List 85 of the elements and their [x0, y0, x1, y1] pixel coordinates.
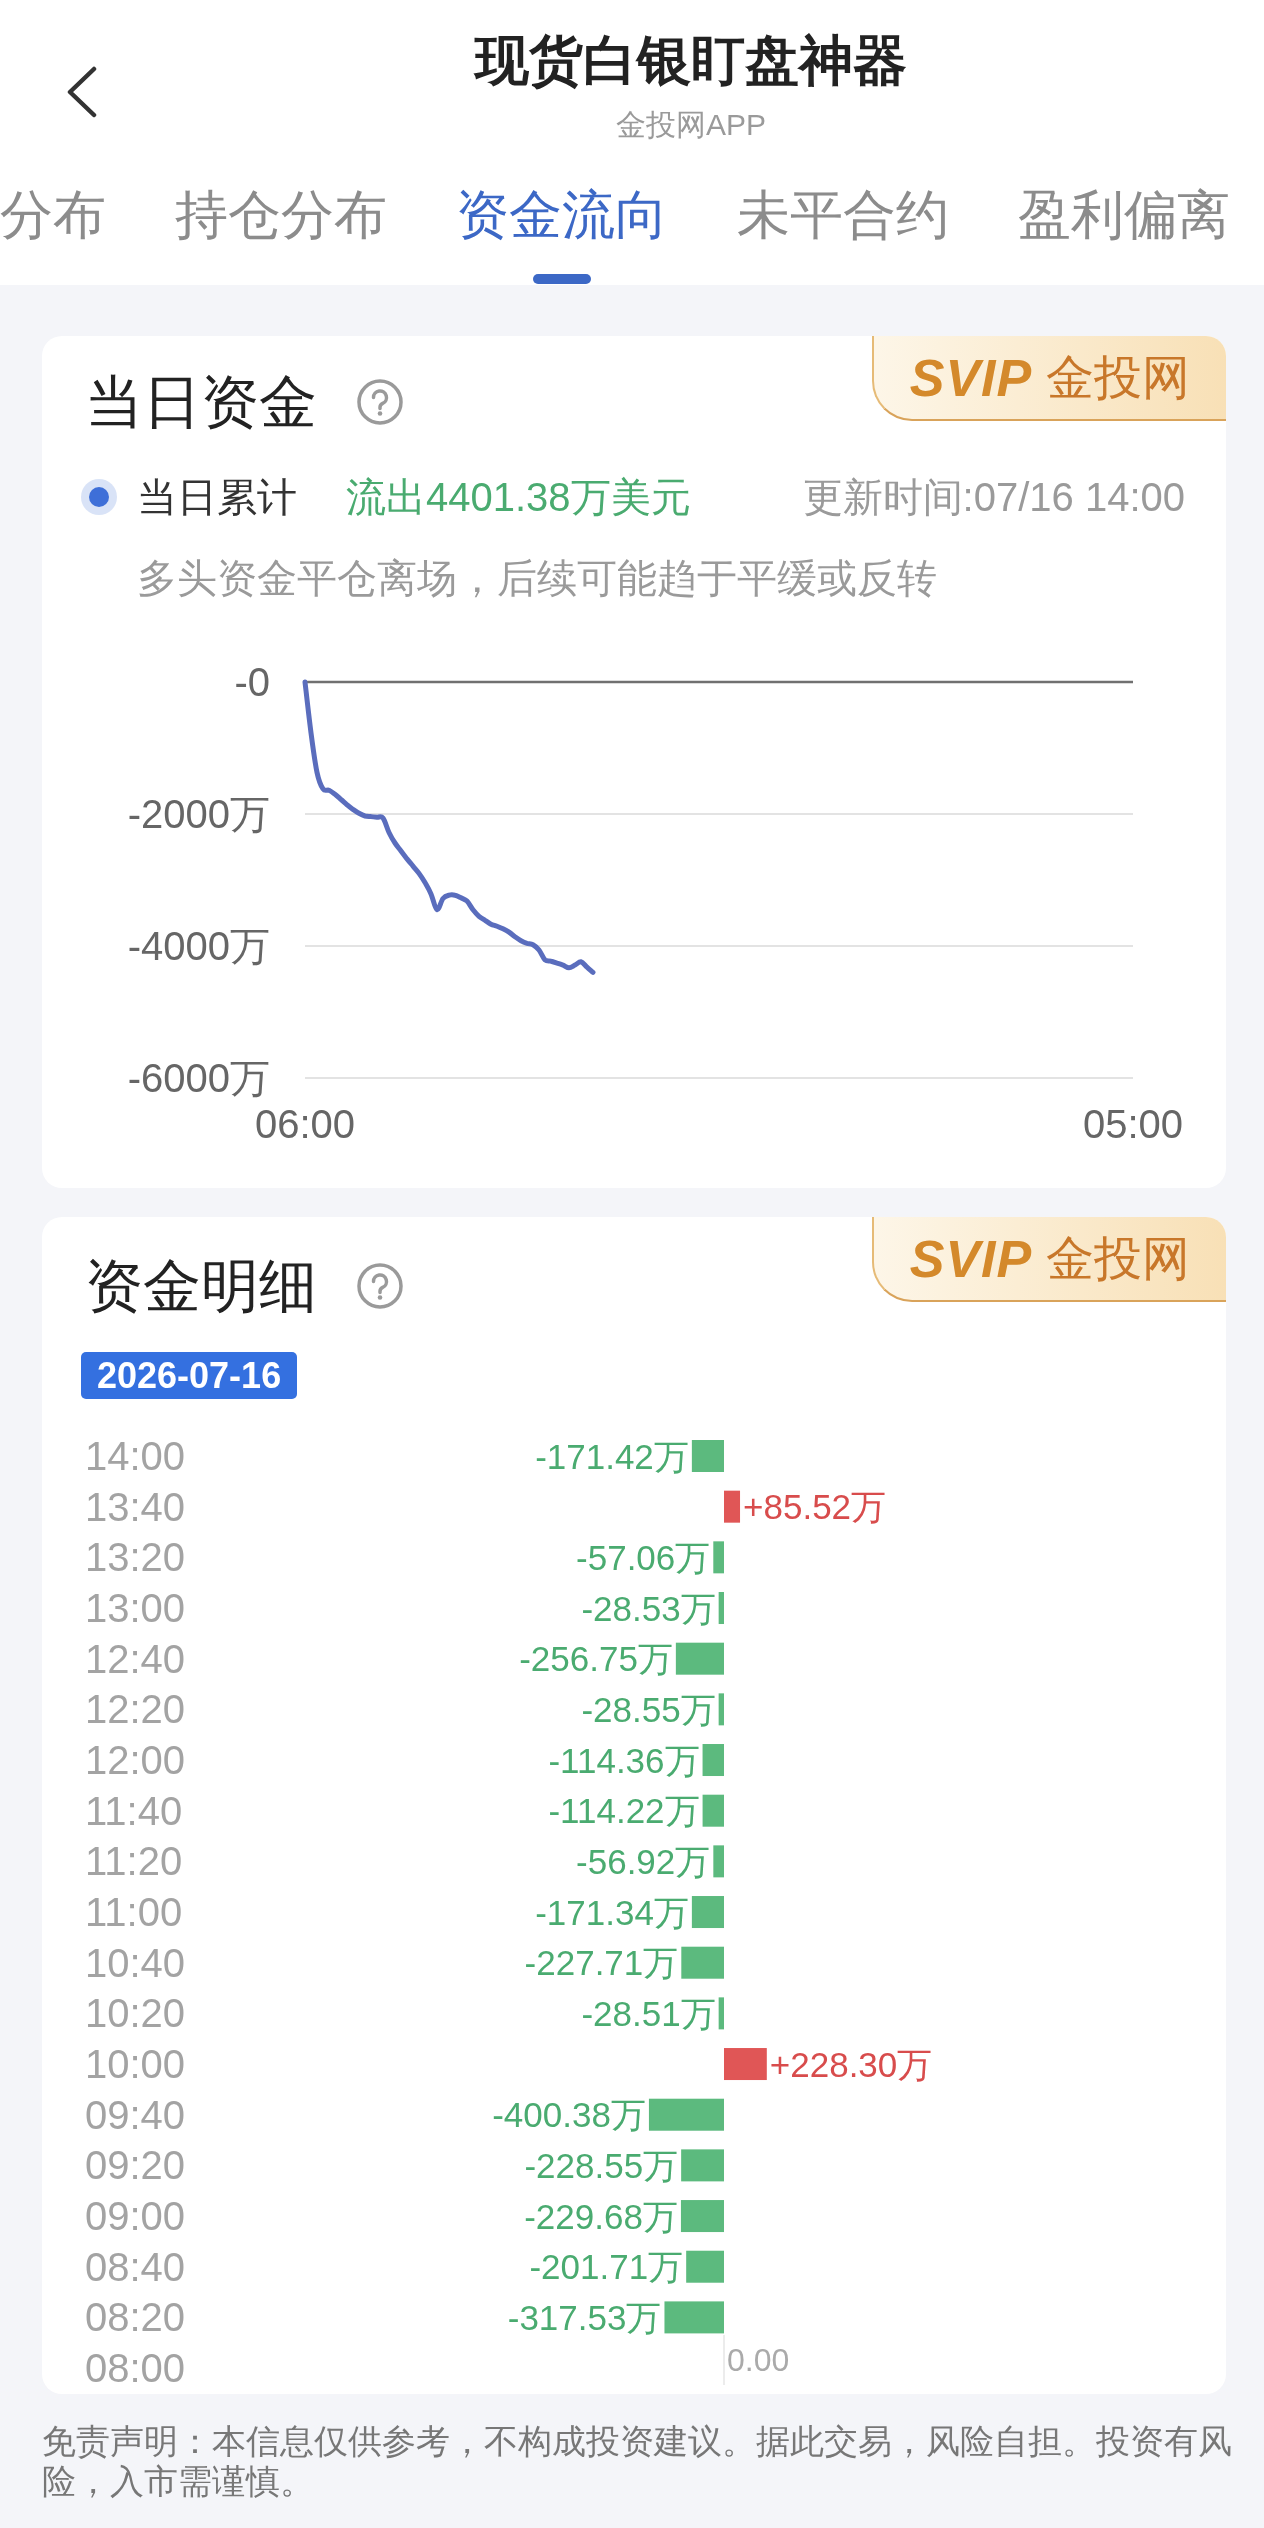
card-title: 当日资金 — [85, 368, 317, 436]
legend-dot-icon — [81, 479, 117, 515]
date-badge: 2026-07-16 — [81, 1352, 298, 1399]
value-label: -171.42万 — [535, 1436, 689, 1476]
y-axis-label: -4000万 — [127, 924, 270, 968]
value-label: -400.38万 — [492, 2095, 646, 2135]
bar — [664, 2301, 724, 2334]
time-label: 10:00 — [85, 2042, 186, 2087]
time-label: 12:40 — [85, 1636, 186, 1681]
card-title: 资金明细 — [85, 1252, 317, 1320]
time-label: 12:00 — [85, 1738, 186, 1782]
value-label: -57.06万 — [576, 1537, 711, 1577]
time-label: 10:40 — [85, 1940, 186, 1985]
logo-text: SVIP — [909, 1228, 1033, 1289]
bar — [718, 1592, 724, 1624]
time-label: 08:40 — [85, 2244, 186, 2289]
bar — [702, 1794, 724, 1827]
page-title: 现货白银盯盘神器 — [475, 29, 907, 92]
value-label: -317.53万 — [507, 2297, 662, 2337]
update-time: 更新时间:07/16 14:00 — [802, 474, 1185, 521]
value-label: -228.55万 — [524, 2145, 679, 2185]
time-label: 13:00 — [85, 1586, 186, 1630]
value-label: -114.22万 — [548, 1791, 700, 1831]
time-label: 09:20 — [85, 2143, 186, 2188]
time-label: 08:20 — [85, 2295, 186, 2340]
value-label: +228.30万 — [769, 2044, 933, 2084]
x-axis-label: 06:00 — [254, 1102, 356, 1146]
bar — [702, 1744, 724, 1776]
bar — [713, 1845, 724, 1878]
bar — [681, 1946, 724, 1979]
help-icon[interactable] — [357, 379, 403, 425]
time-label: 09:00 — [85, 2194, 186, 2239]
value-label: -28.55万 — [581, 1689, 716, 1729]
value-label: -114.36万 — [548, 1740, 700, 1780]
tab[interactable]: 资金流向 — [456, 184, 668, 285]
bar — [718, 1997, 724, 2030]
bar — [724, 1490, 741, 1523]
brand-text: 金投网 — [1046, 349, 1191, 406]
tab[interactable]: 持仓分布 — [175, 184, 387, 285]
tab[interactable]: 未平合约 — [737, 184, 949, 285]
value-label: -227.71万 — [524, 1943, 679, 1983]
bar — [680, 2200, 724, 2233]
x-axis-label: 05:00 — [1082, 1102, 1184, 1146]
bar — [675, 1642, 724, 1675]
page-subtitle: 金投网APP — [616, 107, 766, 143]
time-label: 08:00 — [85, 2346, 186, 2389]
time-label: 11:00 — [85, 1890, 183, 1935]
y-axis-label: -2000万 — [127, 792, 270, 836]
legend-label: 当日累计 — [137, 474, 297, 521]
bar — [713, 1541, 724, 1574]
value-label: -56.92万 — [576, 1841, 711, 1881]
time-label: 09:40 — [85, 2092, 186, 2137]
tab[interactable]: 分布 — [0, 184, 106, 285]
bar — [724, 2048, 767, 2081]
outflow-value: 流出4401.38万美元 — [346, 474, 691, 521]
zero-axis-label: 0.00 — [727, 2342, 790, 2378]
bar — [718, 1693, 724, 1726]
bar — [691, 1440, 724, 1472]
logo-text: SVIP — [909, 347, 1033, 408]
time-label: 13:20 — [85, 1535, 186, 1580]
time-label: 11:40 — [85, 1788, 183, 1833]
note-text: 多头资金平仓离场，后续可能趋于平缓或反转 — [137, 555, 938, 602]
back-button[interactable] — [66, 66, 98, 118]
value-label: -229.68万 — [524, 2196, 678, 2236]
value-label: -256.75万 — [519, 1639, 673, 1679]
tab[interactable]: 盈利偏离 — [1018, 184, 1230, 285]
value-label: -201.71万 — [529, 2247, 684, 2287]
time-label: 14:00 — [85, 1434, 186, 1478]
brand-text: 金投网 — [1046, 1230, 1191, 1287]
y-axis-label: -0 — [234, 660, 270, 704]
value-label: -28.53万 — [581, 1588, 716, 1628]
chevron-left-icon — [66, 66, 98, 118]
disclaimer-text: 免责声明：本信息仅供参考，不构成投资建议。据此交易，风险自担。投资有风险，入市需谨慎。 — [42, 2422, 1233, 2502]
value-label: -28.51万 — [581, 1993, 716, 2033]
bar — [681, 2149, 724, 2182]
help-icon[interactable] — [357, 1263, 403, 1309]
y-axis-label: -6000万 — [127, 1056, 270, 1100]
bar — [691, 1896, 724, 1929]
time-label: 10:20 — [85, 1991, 186, 2036]
bar — [686, 2250, 724, 2283]
value-label: -171.34万 — [535, 1892, 689, 1932]
time-label: 12:20 — [85, 1687, 186, 1732]
time-label: 13:40 — [85, 1484, 186, 1529]
value-label: +85.52万 — [743, 1487, 887, 1527]
time-label: 11:20 — [85, 1839, 183, 1884]
